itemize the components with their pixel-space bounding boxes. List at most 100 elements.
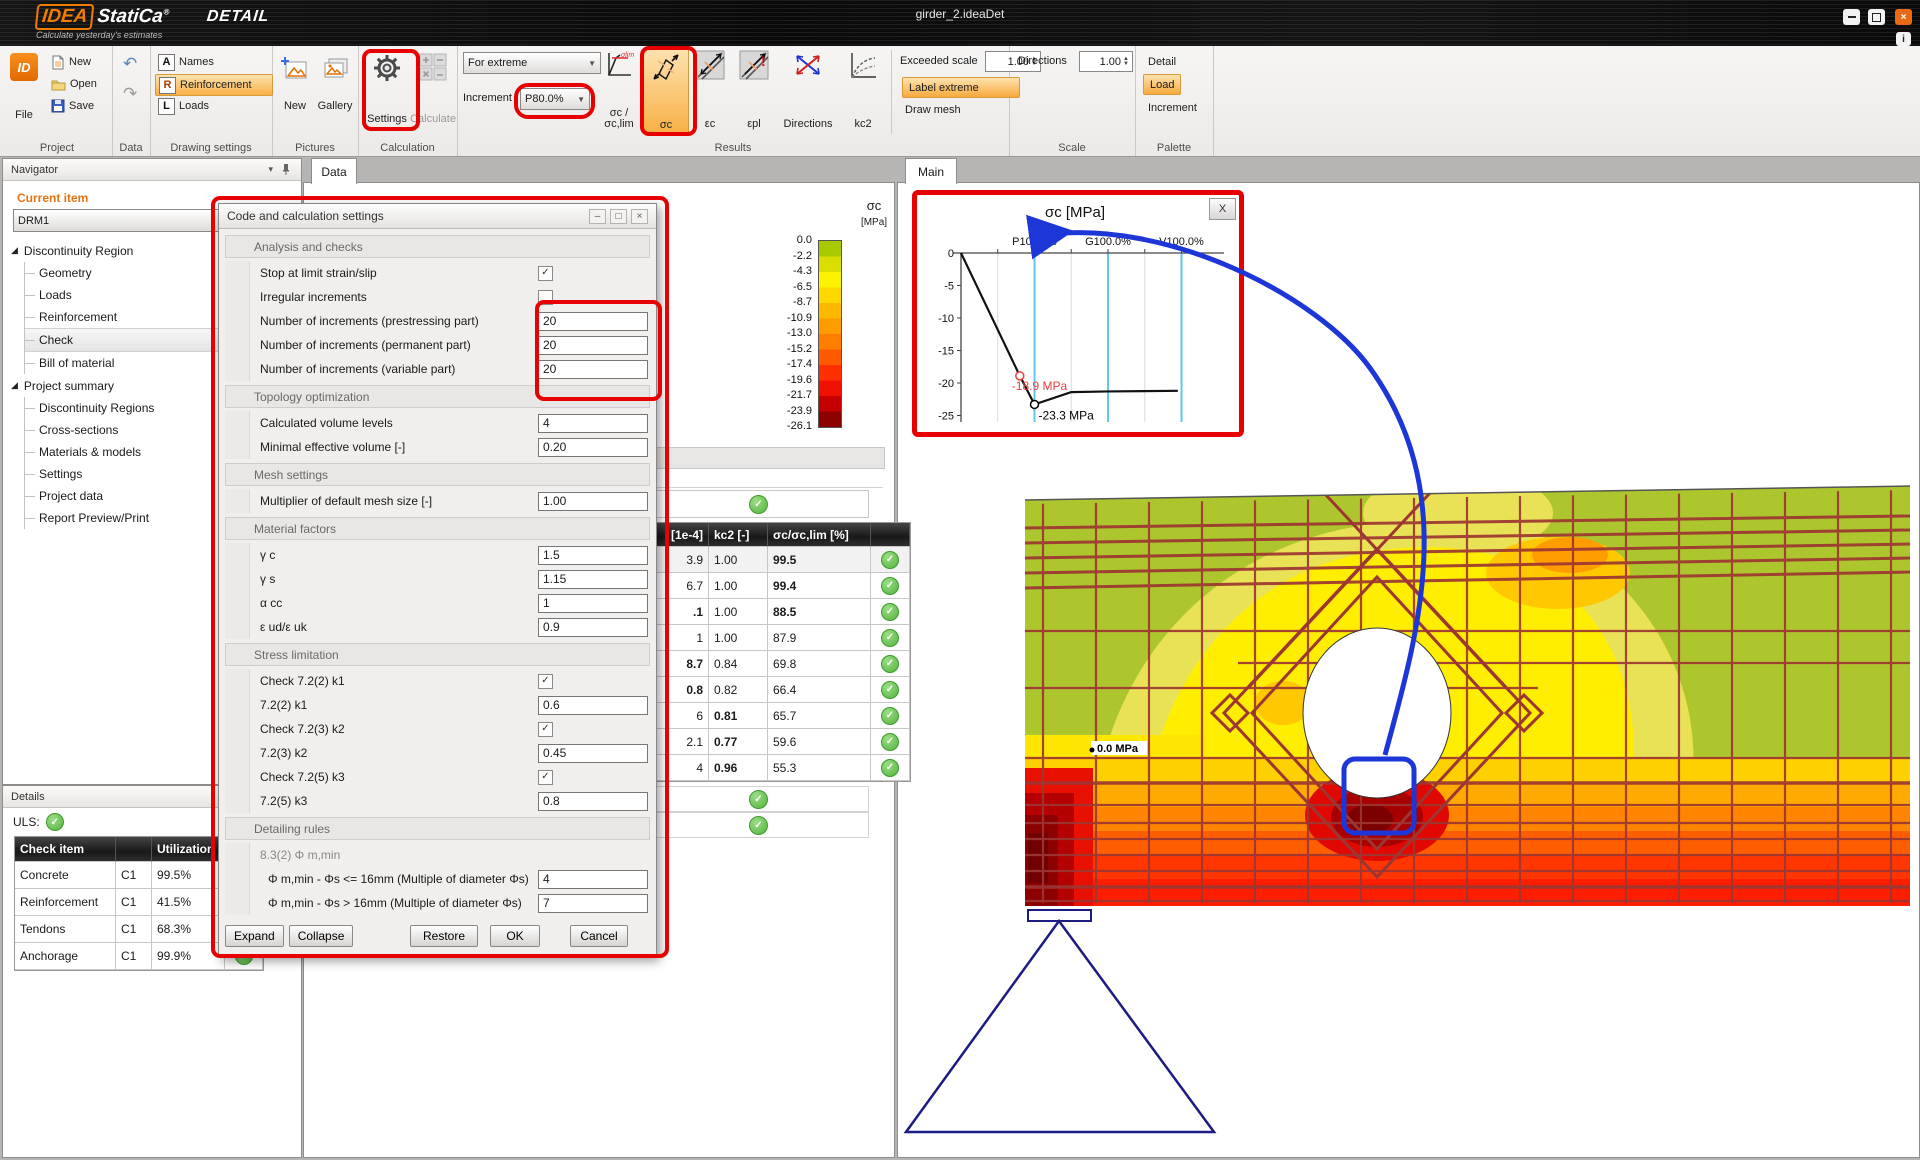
eps-pl-button[interactable]: ! εpl	[733, 48, 775, 132]
calculate-button[interactable]: Calculate	[412, 51, 454, 127]
picture-new-button[interactable]: New	[276, 54, 314, 114]
group-label-palette: Palette	[1135, 142, 1213, 154]
increment-select[interactable]: P80.0%▼	[520, 88, 590, 110]
file-button[interactable]: ID File	[6, 51, 42, 123]
label-extreme-toggle[interactable]: Label extreme	[902, 77, 1020, 98]
details-cell-case: C1	[116, 943, 152, 970]
new-picture-icon	[281, 56, 309, 82]
chart-close-button[interactable]: X	[1209, 198, 1236, 220]
setting-input[interactable]: 1.5	[538, 546, 648, 565]
setting-input[interactable]: 1.15	[538, 570, 648, 589]
ribbon-group-project: ID File New Open Save Project	[2, 46, 113, 156]
details-cell-item: Tendons	[15, 916, 116, 943]
check-pass-icon: ✓	[881, 681, 899, 699]
ribbon-group-scale: Directions 1.00 ▲▼ Scale	[1009, 46, 1136, 156]
pin-icon[interactable]	[281, 163, 291, 176]
loads-toggle[interactable]: LLoads	[155, 96, 271, 116]
sigma-ratio-button[interactable]: σlim σc /σc,lim	[597, 48, 641, 132]
reinforcement-toggle[interactable]: RReinforcement	[155, 74, 273, 96]
open-button[interactable]: Open	[48, 74, 100, 94]
minimize-button[interactable]	[1843, 9, 1860, 25]
setting-input[interactable]: 0.9	[538, 618, 648, 637]
file-label: File	[15, 109, 33, 121]
setting-input[interactable]: 4	[538, 870, 648, 889]
scale-directions-input[interactable]: 1.00 ▲▼	[1079, 51, 1133, 72]
setting-input[interactable]: 4	[538, 414, 648, 433]
checkbox[interactable]: ✓	[538, 770, 553, 785]
maximize-button[interactable]	[1868, 9, 1885, 25]
dialog-minimize-button[interactable]: –	[589, 209, 606, 224]
restore-button[interactable]: Restore	[410, 925, 478, 947]
setting-control: 20	[538, 312, 650, 331]
checkbox[interactable]: ✓	[538, 722, 553, 737]
dialog-close-button[interactable]: ×	[631, 209, 648, 224]
eps-c-button[interactable]: εc	[689, 48, 731, 132]
gallery-button[interactable]: Gallery	[316, 54, 354, 114]
spinner-icon[interactable]: ▲▼	[1123, 57, 1129, 67]
current-item-select[interactable]: DRM1	[13, 209, 225, 232]
result-cell-ratio: 87.9	[768, 625, 871, 651]
checkbox[interactable]	[538, 290, 553, 305]
undo-button[interactable]: ↶	[120, 54, 140, 74]
palette-load-button[interactable]: Load	[1143, 74, 1181, 95]
dialog-maximize-button[interactable]: □	[610, 209, 627, 224]
row-gutter	[225, 891, 250, 915]
setting-input[interactable]: 20	[538, 312, 648, 331]
redo-button[interactable]: ↷	[120, 84, 140, 104]
setting-label: Stop at limit strain/slip	[250, 266, 538, 280]
setting-input[interactable]: 20	[538, 336, 648, 355]
close-button[interactable]: ×	[1895, 9, 1912, 25]
cancel-button[interactable]: Cancel	[570, 925, 628, 947]
check-pass-icon: ✓	[881, 759, 899, 777]
setting-input[interactable]: 0.8	[538, 792, 648, 811]
legend-tick-value: 0.0	[772, 234, 812, 246]
result-col-2: σc/σc,lim [%]	[768, 523, 871, 547]
kc2-button[interactable]: kc2	[841, 48, 885, 132]
tab-main[interactable]: Main	[905, 158, 957, 184]
group-label-drawing-settings: Drawing settings	[150, 142, 272, 154]
setting-control: 4	[538, 870, 650, 889]
setting-input[interactable]: 1	[538, 594, 648, 613]
setting-control: 20	[538, 360, 650, 379]
dialog-title-bar[interactable]: Code and calculation settings – □ ×	[219, 204, 656, 229]
setting-input[interactable]: 0.45	[538, 744, 648, 763]
settings-button[interactable]: Settings	[366, 51, 408, 127]
setting-label: Φ m,min - Φs <= 16mm (Multiple of diamet…	[250, 872, 538, 886]
extreme-select[interactable]: For extreme▼	[463, 52, 601, 74]
expand-button[interactable]: Expand	[225, 925, 284, 947]
ribbon-group-drawing-settings: ANames RReinforcement LLoads Drawing set…	[150, 46, 273, 156]
ribbon-group-calculation: Settings Calculate Calculation	[358, 46, 458, 156]
names-toggle[interactable]: ANames	[155, 52, 271, 72]
group-label-pictures: Pictures	[272, 142, 358, 154]
setting-input[interactable]: 0.20	[538, 438, 648, 457]
save-button[interactable]: Save	[48, 96, 97, 116]
new-button[interactable]: New	[48, 52, 94, 72]
setting-input[interactable]: 0.6	[538, 696, 648, 715]
navigator-menu-icon[interactable]: ▾	[268, 164, 273, 175]
info-button[interactable]: i	[1896, 32, 1911, 46]
palette-detail-button[interactable]: Detail	[1145, 52, 1179, 72]
setting-input[interactable]: 7	[538, 894, 648, 913]
dialog-row: Calculated volume levels4	[225, 411, 650, 435]
y-tick-label: -20	[938, 378, 954, 390]
tab-data[interactable]: Data	[311, 158, 357, 184]
details-cell-utilization: 68.3%	[152, 916, 225, 943]
check-pass-icon: ✓	[881, 629, 899, 647]
ribbon-group-palette: Detail Load Increment Palette	[1135, 46, 1214, 156]
y-tick-label: -5	[944, 281, 954, 293]
checkbox[interactable]: ✓	[538, 674, 553, 689]
draw-mesh-toggle[interactable]: Draw mesh	[905, 104, 961, 116]
dialog-section-rows: 8.3(2) Φ m,minΦ m,min - Φs <= 16mm (Mult…	[225, 843, 650, 915]
ok-button[interactable]: OK	[490, 925, 540, 947]
setting-label: 7.2(5) k3	[250, 794, 538, 808]
row-gutter	[225, 261, 250, 285]
setting-input[interactable]: 1.00	[538, 492, 648, 511]
palette-increment-button[interactable]: Increment	[1145, 98, 1200, 118]
row-gutter	[225, 615, 250, 639]
collapse-button[interactable]: Collapse	[289, 925, 354, 947]
directions-button[interactable]: Directions	[777, 48, 839, 132]
sigma-c-button[interactable]: σc	[643, 48, 689, 134]
setting-control: 1.15	[538, 570, 650, 589]
checkbox[interactable]: ✓	[538, 266, 553, 281]
setting-input[interactable]: 20	[538, 360, 648, 379]
